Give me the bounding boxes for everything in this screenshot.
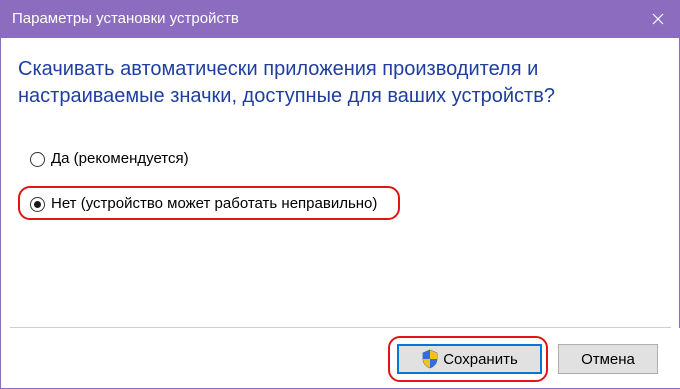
title-bar: Параметры установки устройств [1, 0, 680, 38]
cancel-button-label: Отмена [581, 350, 635, 368]
radio-selected-dot [34, 200, 41, 208]
radio-button-yes[interactable] [30, 151, 45, 167]
device-installation-settings-dialog: Параметры установки устройств Скачивать … [0, 0, 680, 389]
question-text: Скачивать автоматически приложения произ… [18, 58, 555, 107]
radio-label-no: Нет (устройство может работать неправиль… [51, 195, 378, 212]
save-button[interactable]: Сохранить [397, 344, 542, 374]
close-icon [652, 13, 664, 25]
close-button[interactable] [635, 0, 680, 38]
cancel-button[interactable]: Отмена [558, 344, 658, 374]
uac-shield-icon [422, 349, 438, 369]
radio-button-no[interactable] [30, 196, 45, 212]
window-title: Параметры установки устройств [12, 10, 239, 27]
radio-label-yes: Да (рекомендуется) [51, 150, 189, 167]
save-button-label: Сохранить [443, 350, 518, 368]
footer-divider [10, 327, 671, 328]
radio-option-no[interactable]: Нет (устройство может работать неправиль… [30, 193, 377, 215]
radio-option-yes[interactable]: Да (рекомендуется) [30, 148, 189, 170]
